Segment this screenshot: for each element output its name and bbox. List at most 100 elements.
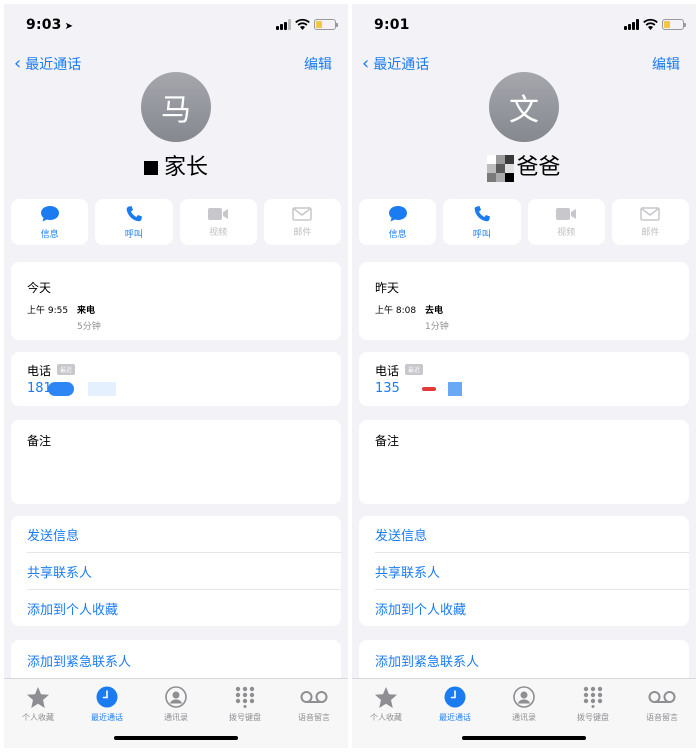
star-icon (27, 686, 49, 708)
tab-keypad[interactable]: 拨号键盘 (563, 685, 623, 723)
share-contact-link[interactable]: 共享联系人 (27, 553, 341, 590)
tab-keypad[interactable]: 拨号键盘 (215, 685, 275, 723)
number-redaction (87, 381, 116, 396)
mail-icon (292, 206, 313, 221)
clock-icon (444, 686, 466, 708)
video-action-button[interactable]: 视频 (527, 199, 605, 245)
avatar: 马 (141, 72, 211, 142)
emergency-card: 添加到紧急联系人 (359, 640, 689, 680)
phone-number[interactable]: 181 (27, 381, 116, 396)
home-indicator[interactable] (114, 736, 238, 740)
tab-recents[interactable]: 最近通话 (425, 685, 485, 723)
contact-links-card: 发送信息 共享联系人 添加到个人收藏 (11, 516, 341, 626)
contact-links-card: 发送信息 共享联系人 添加到个人收藏 (359, 516, 689, 626)
status-bar: 9:03 ➤ (4, 4, 348, 48)
back-label: 最近通话 (25, 57, 82, 73)
wifi-icon (643, 18, 658, 30)
back-label: 最近通话 (373, 57, 430, 73)
recent-tag: 最近 (57, 364, 76, 375)
tab-voicemail[interactable]: 语音留言 (284, 685, 344, 723)
signal-icon (624, 19, 640, 30)
contact-name: 爸爸 (352, 149, 696, 182)
video-icon (208, 207, 229, 220)
location-icon: ➤ (64, 21, 74, 32)
quick-actions: 信息 呼叫 视频 邮件 (359, 199, 689, 245)
edit-button[interactable]: 编辑 (304, 54, 332, 74)
phone-icon (474, 205, 490, 221)
recent-type: 去电 (425, 306, 444, 316)
share-contact-link[interactable]: 共享联系人 (375, 553, 689, 590)
signal-icon (276, 19, 292, 30)
contacts-icon (165, 686, 187, 708)
star-icon (375, 686, 397, 708)
recent-day: 今天 (27, 281, 52, 295)
chevron-left-icon: ‹ (362, 53, 370, 74)
edit-button[interactable]: 编辑 (652, 54, 680, 74)
recent-time: 上午 9:55 (27, 306, 69, 316)
tab-contacts[interactable]: 通讯录 (146, 685, 206, 723)
phone-label: 电话 (375, 364, 400, 378)
phone-screen-left: 9:03 ➤ ‹ 最近通话 编辑 马 家长 信息 呼叫 视频 邮件 今天 上午 … (4, 4, 348, 748)
wifi-icon (295, 18, 310, 30)
phone-number-card[interactable]: 电话 最近 181 (11, 352, 341, 406)
contact-name: 家长 (4, 149, 348, 180)
number-redaction (447, 381, 462, 396)
add-emergency-link[interactable]: 添加到紧急联系人 (375, 651, 479, 670)
tab-voicemail[interactable]: 语音留言 (632, 685, 692, 723)
phone-icon (126, 205, 142, 221)
keypad-icon (583, 686, 603, 708)
emergency-card: 添加到紧急联系人 (11, 640, 341, 680)
message-action-button[interactable]: 信息 (359, 199, 437, 245)
message-action-button[interactable]: 信息 (11, 199, 89, 245)
back-button[interactable]: ‹ 最近通话 (14, 54, 81, 74)
back-button[interactable]: ‹ 最近通话 (362, 54, 429, 74)
recent-tag: 最近 (405, 364, 424, 375)
notes-card[interactable]: 备注 (11, 420, 341, 504)
phone-screen-right: 9:01 ‹ 最近通话 编辑 文 爸爸 信息 呼叫 视频 邮件 昨天 上午 8:… (352, 4, 696, 748)
contacts-icon (513, 686, 535, 708)
status-time: 9:01 (374, 17, 410, 33)
add-favorite-link[interactable]: 添加到个人收藏 (27, 590, 341, 627)
notes-label: 备注 (375, 434, 400, 448)
avatar: 文 (489, 72, 559, 142)
number-redaction (47, 381, 74, 396)
keypad-icon (235, 686, 255, 708)
recent-duration: 1分钟 (425, 322, 449, 332)
tab-contacts[interactable]: 通讯录 (494, 685, 554, 723)
call-action-button[interactable]: 呼叫 (443, 199, 521, 245)
recent-type: 来电 (77, 306, 96, 316)
mail-icon (640, 206, 661, 221)
status-time: 9:03 ➤ (26, 17, 74, 33)
add-emergency-link[interactable]: 添加到紧急联系人 (27, 651, 131, 670)
home-indicator[interactable] (462, 736, 586, 740)
add-favorite-link[interactable]: 添加到个人收藏 (375, 590, 689, 627)
send-message-link[interactable]: 发送信息 (27, 516, 341, 553)
name-redaction (487, 154, 515, 182)
tab-favorites[interactable]: 个人收藏 (356, 685, 416, 723)
battery-icon (314, 19, 338, 30)
recent-calls-card: 昨天 上午 8:08 去电 1分钟 (359, 262, 689, 340)
status-bar: 9:01 (352, 4, 696, 48)
tab-recents[interactable]: 最近通话 (77, 685, 137, 723)
video-action-button[interactable]: 视频 (179, 199, 257, 245)
tab-bar: 个人收藏 最近通话 通讯录 拨号键盘 语音留言 (4, 678, 348, 748)
notes-card[interactable]: 备注 (359, 420, 689, 504)
recent-time: 上午 8:08 (375, 306, 417, 316)
call-action-button[interactable]: 呼叫 (95, 199, 173, 245)
recent-day: 昨天 (375, 281, 400, 295)
message-icon (40, 205, 59, 221)
quick-actions: 信息 呼叫 视频 邮件 (11, 199, 341, 245)
recent-calls-card: 今天 上午 9:55 来电 5分钟 (11, 262, 341, 340)
send-message-link[interactable]: 发送信息 (375, 516, 689, 553)
mail-action-button[interactable]: 邮件 (611, 199, 689, 245)
voicemail-icon (300, 691, 328, 703)
phone-number-card[interactable]: 电话 最近 135 (359, 352, 689, 406)
phone-number[interactable]: 135 (375, 381, 462, 396)
recent-duration: 5分钟 (77, 322, 101, 332)
phone-label: 电话 (27, 364, 52, 378)
tab-favorites[interactable]: 个人收藏 (8, 685, 68, 723)
clock-icon (96, 686, 118, 708)
message-icon (388, 205, 407, 221)
mail-action-button[interactable]: 邮件 (263, 199, 341, 245)
name-redaction (143, 161, 158, 175)
